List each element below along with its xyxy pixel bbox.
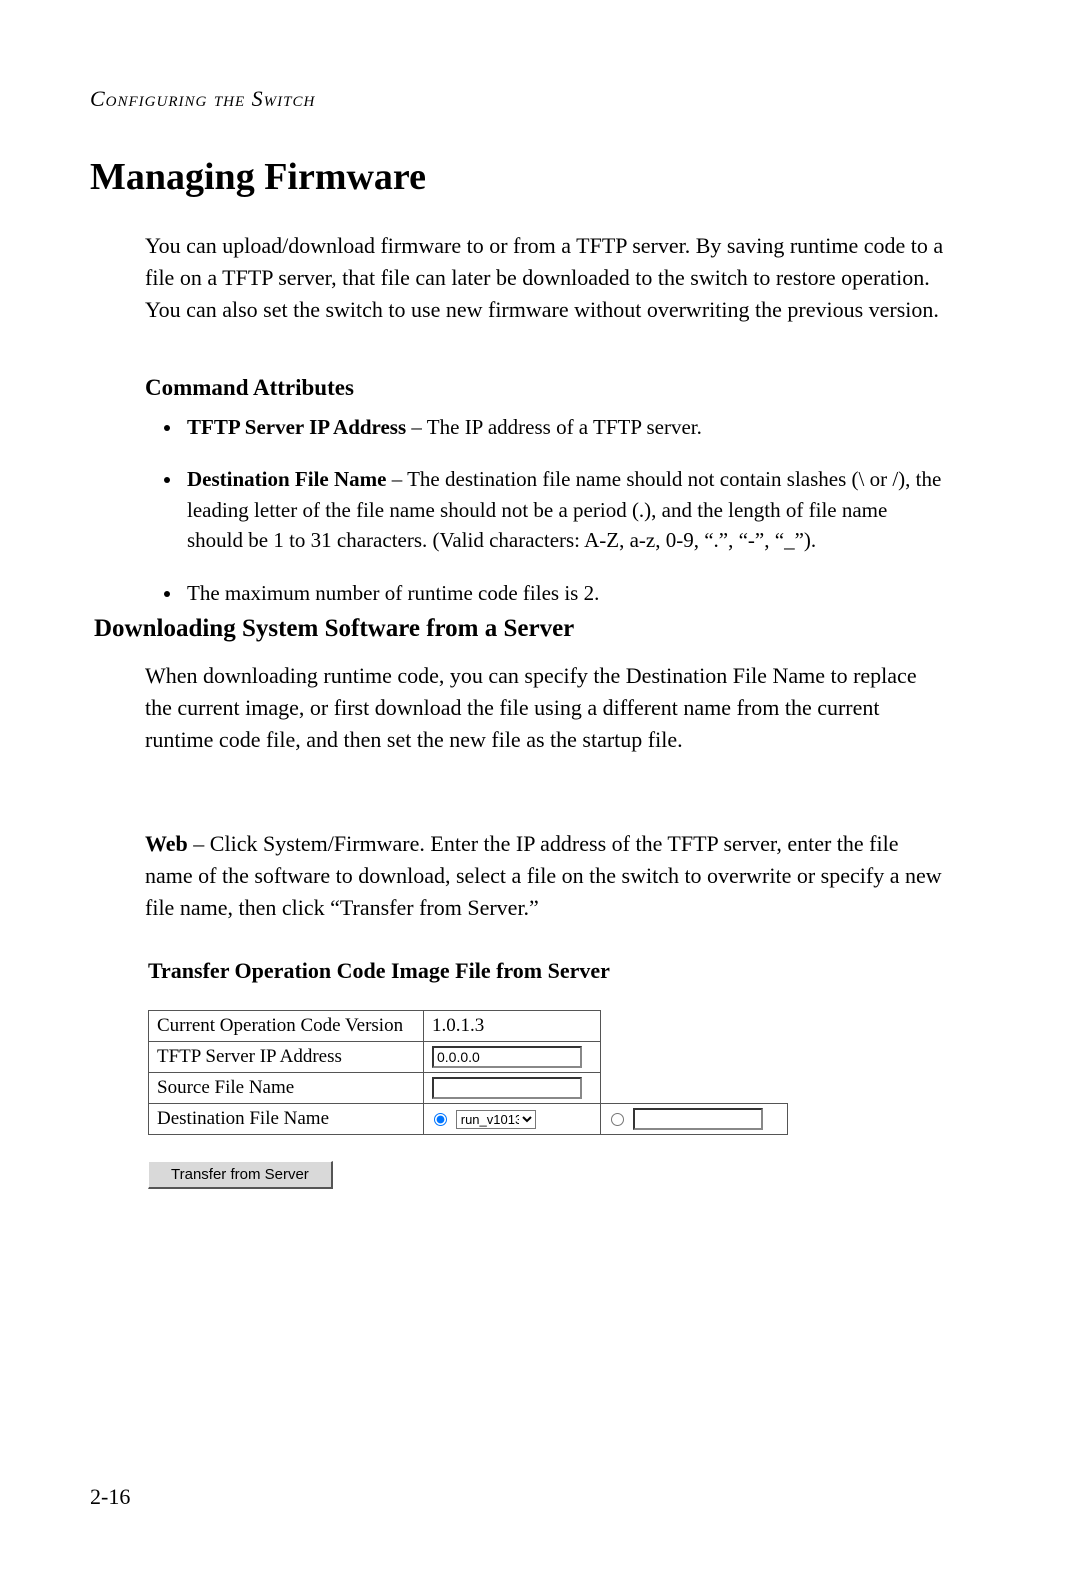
table-row: Source File Name bbox=[149, 1073, 788, 1104]
destination-file-new-cell bbox=[601, 1104, 788, 1135]
source-file-label: Source File Name bbox=[149, 1073, 424, 1104]
attr-name: Destination File Name bbox=[187, 467, 386, 491]
attr-name: TFTP Server IP Address bbox=[187, 415, 406, 439]
tftp-ip-input[interactable] bbox=[432, 1046, 582, 1068]
command-attributes-list: TFTP Server IP Address – The IP address … bbox=[145, 412, 945, 630]
destination-file-existing-cell: run_v1013 bbox=[424, 1104, 601, 1135]
web-instructions: – Click System/Firmware. Enter the IP ad… bbox=[145, 831, 942, 920]
subsection-heading: Downloading System Software from a Serve… bbox=[94, 615, 574, 643]
version-value: 1.0.1.3 bbox=[424, 1011, 601, 1042]
source-file-input[interactable] bbox=[432, 1077, 582, 1099]
list-item: TFTP Server IP Address – The IP address … bbox=[183, 412, 945, 442]
attr-desc: – The IP address of a TFTP server. bbox=[406, 415, 702, 439]
destination-file-label: Destination File Name bbox=[149, 1104, 424, 1135]
download-paragraph-1: When downloading runtime code, you can s… bbox=[145, 660, 945, 756]
destination-new-radio[interactable] bbox=[611, 1113, 624, 1126]
tftp-ip-label: TFTP Server IP Address bbox=[149, 1042, 424, 1073]
table-row: Destination File Name run_v1013 bbox=[149, 1104, 788, 1135]
firmware-transfer-figure: Transfer Operation Code Image File from … bbox=[148, 958, 938, 1189]
list-item: The maximum number of runtime code files… bbox=[183, 578, 945, 608]
table-row: Current Operation Code Version 1.0.1.3 bbox=[149, 1011, 788, 1042]
table-row: TFTP Server IP Address bbox=[149, 1042, 788, 1073]
tftp-ip-cell bbox=[424, 1042, 601, 1073]
firmware-transfer-table: Current Operation Code Version 1.0.1.3 T… bbox=[148, 1010, 788, 1135]
destination-file-select[interactable]: run_v1013 bbox=[456, 1110, 536, 1129]
page-title: Managing Firmware bbox=[90, 155, 426, 199]
download-paragraph-web: Web – Click System/Firmware. Enter the I… bbox=[145, 828, 945, 924]
command-attributes-heading: Command Attributes bbox=[145, 375, 945, 401]
destination-existing-radio[interactable] bbox=[434, 1113, 447, 1126]
destination-new-input[interactable] bbox=[633, 1108, 763, 1130]
figure-title: Transfer Operation Code Image File from … bbox=[148, 958, 938, 984]
version-label: Current Operation Code Version bbox=[149, 1011, 424, 1042]
intro-paragraph: You can upload/download firmware to or f… bbox=[145, 230, 945, 326]
running-header: Configuring the Switch bbox=[90, 86, 315, 112]
transfer-from-server-button[interactable]: Transfer from Server bbox=[148, 1161, 333, 1189]
attr-desc: The maximum number of runtime code files… bbox=[187, 581, 599, 605]
document-page: Configuring the Switch Managing Firmware… bbox=[0, 0, 1080, 1570]
source-file-cell bbox=[424, 1073, 601, 1104]
page-number: 2-16 bbox=[90, 1484, 130, 1510]
list-item: Destination File Name – The destination … bbox=[183, 464, 945, 555]
web-label: Web bbox=[145, 831, 188, 856]
